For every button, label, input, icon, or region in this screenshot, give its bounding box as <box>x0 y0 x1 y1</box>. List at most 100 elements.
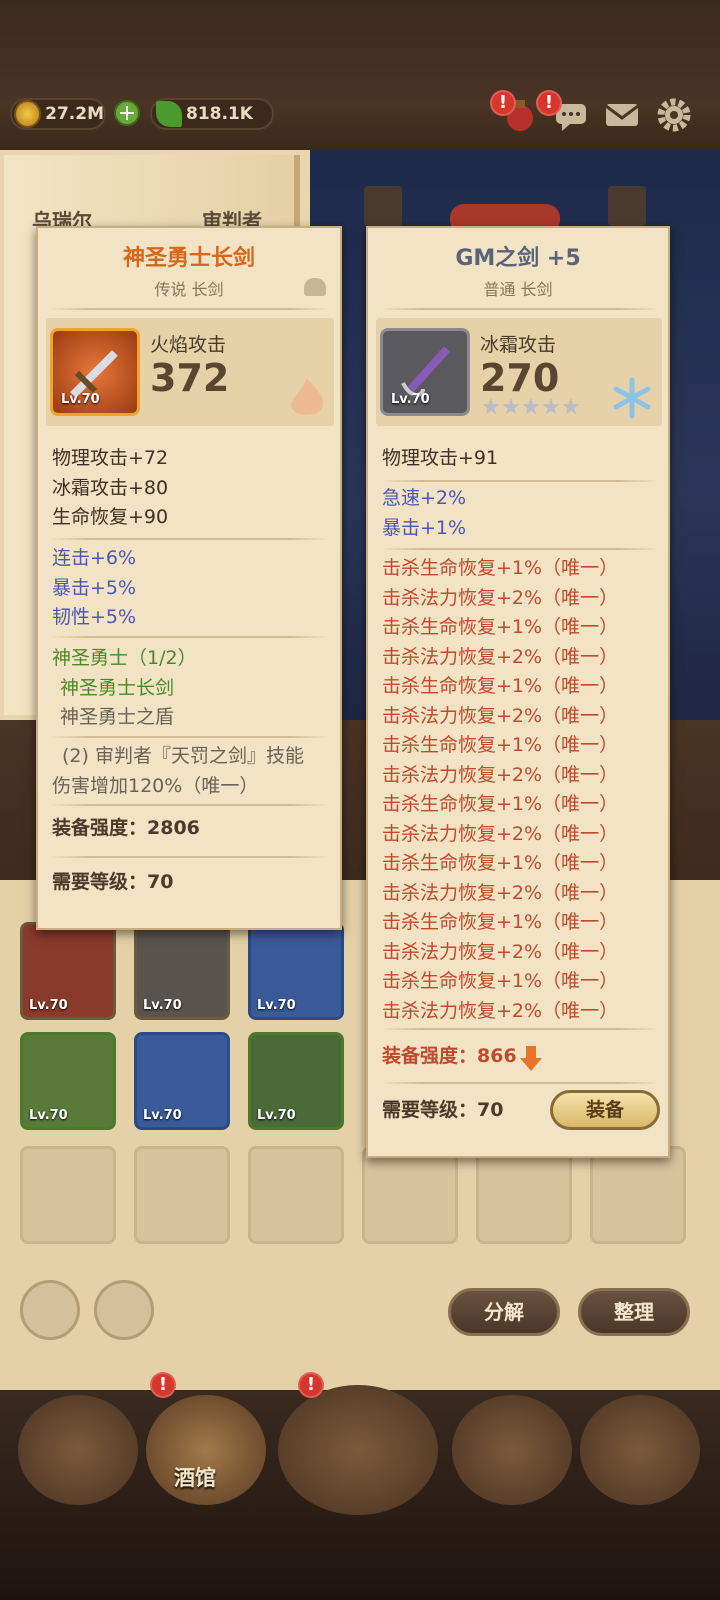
sort-button[interactable]: 整理 <box>578 1288 690 1336</box>
kill-stat-line: 击杀生命恢复+1%（唯一） <box>382 557 619 579</box>
inventory-slot-armor[interactable]: Lv.70 <box>20 1032 116 1130</box>
nav-hero-button[interactable] <box>452 1395 572 1505</box>
nav-adventure-button[interactable] <box>278 1385 438 1515</box>
event-alert-badge: ! <box>490 90 516 116</box>
main-stat-band: Lv.70 冰霜攻击 270 <box>376 318 662 426</box>
gem-amount: 818.1K <box>186 104 253 124</box>
bonus-stats: 连击+6% 暴击+5% 韧性+5% <box>52 544 136 633</box>
item-title: 神圣勇士长剑 <box>122 246 255 271</box>
favorite-star-icon[interactable] <box>364 186 402 226</box>
main-stat-value: 372 <box>150 356 230 400</box>
inventory-slot-tome[interactable]: Lv.70 <box>20 922 116 1020</box>
equipped-item-tooltip: 神圣勇士长剑 传说 长剑 Lv.70 火焰攻击 372 物理攻击+72 冰霜攻击… <box>36 226 342 930</box>
set-name: 神圣勇士（1/2） <box>52 647 197 669</box>
inventory-slot-hat[interactable]: Lv.70 <box>248 1032 344 1130</box>
inventory-slot-boots[interactable]: Lv.70 <box>134 922 230 1020</box>
item-power: 装备强度：2806 <box>52 817 200 839</box>
stat-line: 暴击+1% <box>382 516 467 539</box>
chat-alert-badge: ! <box>536 90 562 116</box>
main-stat-name: 火焰攻击 <box>150 334 227 356</box>
set-bonus-line: (2) 审判者『天罚之剑』技能 <box>62 745 304 767</box>
item-required-level: 需要等级：70 <box>52 871 174 893</box>
star-icon <box>522 398 540 415</box>
kill-stat-line: 击杀生命恢复+1%（唯一） <box>382 734 619 756</box>
divider <box>50 856 330 858</box>
stat-line: 物理攻击+91 <box>382 447 499 469</box>
divider <box>380 308 660 310</box>
gold-amount: 27.2M <box>45 104 104 124</box>
stat-line: 韧性+5% <box>52 606 137 628</box>
kill-stat-line: 击杀生命恢复+1%（唯一） <box>382 675 619 697</box>
gold-coin-icon <box>14 100 42 128</box>
inventory-slot-sword[interactable]: Lv.70 <box>134 1032 230 1130</box>
kill-stat-line: 击杀生命恢复+1%（唯一） <box>382 852 619 874</box>
settings-button[interactable] <box>654 96 694 134</box>
divider <box>50 804 330 806</box>
equip-button[interactable]: 装备 <box>550 1090 660 1130</box>
item-power: 装备强度：866 <box>382 1045 517 1067</box>
item-icon-frame: Lv.70 <box>50 328 140 416</box>
divider <box>380 480 660 482</box>
kill-stat-line: 击杀法力恢复+2%（唯一） <box>382 704 619 727</box>
filter-weapon-button[interactable] <box>94 1280 154 1340</box>
inventory-slot-blade[interactable]: Lv.70 <box>248 922 344 1020</box>
compare-item-tooltip: GM之剑 +5 普通 长剑 Lv.70 冰霜攻击 270 物理攻击+91 急速+… <box>366 226 670 1158</box>
item-rarity-type: 传说 长剑 <box>154 280 224 299</box>
stat-line: 冰霜攻击+80 <box>52 476 169 499</box>
bookmark-icon[interactable] <box>608 186 646 226</box>
kill-stats-list: 击杀生命恢复+1%（唯一） 击杀法力恢复+2%（唯一） 击杀生命恢复+1%（唯一） 击… <box>382 554 618 1026</box>
stat-line: 连击+6% <box>52 547 137 569</box>
mail-icon <box>605 104 639 126</box>
main-stat-band: Lv.70 火焰攻击 372 <box>46 318 334 426</box>
item-level: Lv.70 <box>61 392 100 407</box>
gold-counter[interactable]: 27.2M <box>10 98 106 130</box>
star-icon <box>542 398 560 415</box>
set-item-owned: 神圣勇士长剑 <box>60 676 175 699</box>
divider <box>380 1082 660 1084</box>
kill-stat-line: 击杀生命恢复+1%（唯一） <box>382 616 619 638</box>
inventory-slot-empty[interactable] <box>476 1146 572 1244</box>
kill-stat-line: 击杀生命恢复+1%（唯一） <box>382 911 619 933</box>
base-stats: 物理攻击+72 冰霜攻击+80 生命恢复+90 <box>52 444 168 533</box>
nav-home-button[interactable] <box>18 1395 138 1505</box>
plus-icon: + <box>114 100 140 126</box>
star-icon <box>482 398 500 415</box>
item-rarity-type: 普通 长剑 <box>483 280 553 299</box>
main-stat-name: 冰霜攻击 <box>480 334 557 356</box>
mail-button[interactable] <box>602 96 642 134</box>
kill-stat-line: 击杀法力恢复+2%（唯一） <box>382 999 619 1022</box>
set-bonus: (2) 审判者『天罚之剑』技能 伤害增加120%（唯一） <box>52 742 304 801</box>
decompose-button[interactable]: 分解 <box>448 1288 560 1336</box>
kill-stat-line: 击杀生命恢复+1%（唯一） <box>382 970 619 992</box>
kill-stat-line: 击杀法力恢复+2%（唯一） <box>382 881 619 904</box>
stat-line: 生命恢复+90 <box>52 506 169 528</box>
star-icon <box>502 398 520 415</box>
inventory-slot-empty[interactable] <box>20 1146 116 1244</box>
inventory-slot-empty[interactable] <box>362 1146 458 1244</box>
stat-line: 物理攻击+72 <box>52 447 169 469</box>
main-stat-value: 270 <box>480 356 560 400</box>
set-section: 神圣勇士（1/2） 神圣勇士长剑 神圣勇士之盾 <box>52 644 197 733</box>
divider <box>50 636 330 638</box>
inventory-slot-empty[interactable] <box>590 1146 686 1244</box>
filter-armor-button[interactable] <box>20 1280 80 1340</box>
helmet-icon <box>304 278 326 296</box>
kill-stat-line: 击杀法力恢复+2%（唯一） <box>382 763 619 786</box>
divider <box>380 548 660 550</box>
leaf-gem-icon <box>156 101 182 127</box>
kill-stat-line: 击杀法力恢复+2%（唯一） <box>382 940 619 963</box>
add-currency-button[interactable]: + <box>114 100 140 126</box>
inventory-slot-empty[interactable] <box>248 1146 344 1244</box>
divider <box>50 308 330 310</box>
set-bonus-line: 伤害增加120%（唯一） <box>52 774 259 797</box>
divider <box>50 538 330 540</box>
arrow-down-icon <box>520 1046 542 1071</box>
gem-counter[interactable]: 818.1K <box>150 98 274 130</box>
kill-stat-line: 击杀生命恢复+1%（唯一） <box>382 793 619 815</box>
inventory-slot-empty[interactable] <box>134 1146 230 1244</box>
stat-line: 暴击+5% <box>52 576 137 599</box>
set-item-missing: 神圣勇士之盾 <box>60 706 175 728</box>
snowflake-icon <box>613 377 651 419</box>
kill-stat-line: 击杀法力恢复+2%（唯一） <box>382 645 619 668</box>
nav-forge-button[interactable] <box>580 1395 700 1505</box>
